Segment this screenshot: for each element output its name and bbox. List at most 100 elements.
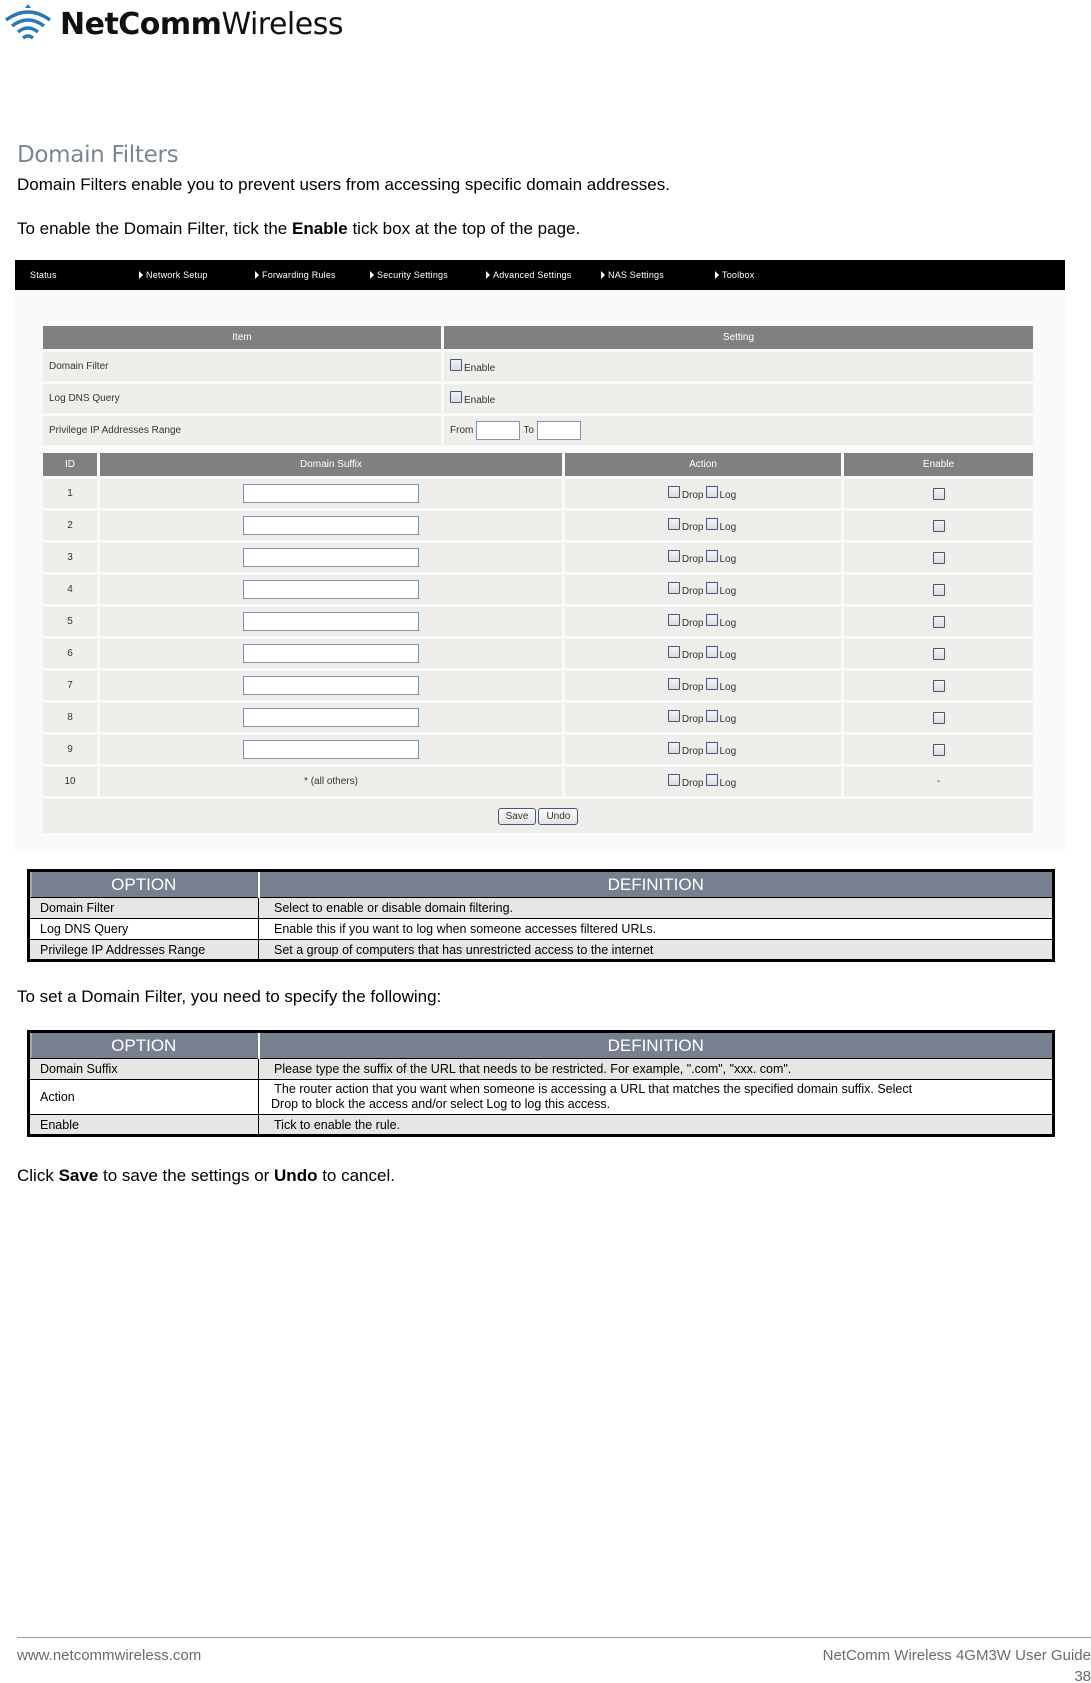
rule-id: 6 xyxy=(43,639,97,668)
drop-label: Drop xyxy=(681,681,704,693)
setting-label: Log DNS Query xyxy=(43,384,441,413)
rules-table: ID Domain Suffix Action Enable 1 Drop Log 2… xyxy=(40,450,1036,836)
rule-row-all-others: 10 * (all others) Drop Log - xyxy=(43,767,1033,796)
caret-right-icon xyxy=(715,271,719,279)
domain-filter-enable-checkbox[interactable] xyxy=(450,359,462,372)
log-label: Log xyxy=(719,745,737,757)
log-label: Log xyxy=(719,617,737,629)
drop-checkbox[interactable] xyxy=(667,486,680,499)
settings-table: Item Setting Domain Filter Enable Log DN… xyxy=(40,323,1036,448)
header-id: ID xyxy=(43,453,97,476)
setting-row-log-dns: Log DNS Query Enable xyxy=(43,384,1033,413)
nav-label: Network Setup xyxy=(146,270,208,280)
closing-save-bold: Save xyxy=(58,1166,99,1185)
definition-line: The router action that you want when som… xyxy=(271,1082,913,1096)
router-nav-bar: Status Network Setup Forwarding Rules Se… xyxy=(15,260,1065,290)
nav-forwarding-rules[interactable]: Forwarding Rules xyxy=(255,270,336,280)
rule-enable-checkbox[interactable] xyxy=(932,711,945,724)
nav-status[interactable]: Status xyxy=(30,270,57,280)
footer-guide-title: NetComm Wireless 4GM3W User Guide xyxy=(822,1647,1091,1664)
rule-enable-checkbox[interactable] xyxy=(932,519,945,532)
privilege-ip-to-input[interactable] xyxy=(536,421,581,440)
nav-label: Advanced Settings xyxy=(493,270,572,280)
rule-id: 9 xyxy=(43,735,97,764)
option-cell: Domain Filter xyxy=(27,897,259,919)
drop-checkbox[interactable] xyxy=(667,774,680,787)
enable-bold: Enable xyxy=(291,219,348,238)
nav-advanced-settings[interactable]: Advanced Settings xyxy=(486,270,571,280)
drop-label: Drop xyxy=(681,745,704,757)
log-checkbox[interactable] xyxy=(705,582,718,595)
rule-row: 8 Drop Log xyxy=(43,703,1033,732)
rule-row: 2 Drop Log xyxy=(43,511,1033,540)
domain-suffix-input[interactable] xyxy=(243,644,419,663)
nav-nas-settings[interactable]: NAS Settings xyxy=(601,270,664,280)
log-checkbox[interactable] xyxy=(705,550,718,563)
rule-row: 1 Drop Log xyxy=(43,479,1033,508)
log-checkbox[interactable] xyxy=(705,614,718,627)
rule-id: 8 xyxy=(43,703,97,732)
drop-checkbox[interactable] xyxy=(667,518,680,531)
save-button[interactable]: Save xyxy=(497,807,537,825)
rule-enable-checkbox[interactable] xyxy=(932,647,945,660)
rule-enable-checkbox[interactable] xyxy=(932,615,945,628)
header-definition: DEFINITION xyxy=(258,1030,1055,1059)
rule-enable-checkbox[interactable] xyxy=(932,583,945,596)
setting-row-privilege-ip: Privilege IP Addresses Range From To xyxy=(43,416,1033,445)
log-checkbox[interactable] xyxy=(705,742,718,755)
domain-suffix-input[interactable] xyxy=(243,708,419,727)
rule-enable-checkbox[interactable] xyxy=(932,743,945,756)
table-row: Domain Filter Select to enable or disabl… xyxy=(27,897,1055,919)
rule-id: 4 xyxy=(43,575,97,604)
log-checkbox[interactable] xyxy=(705,518,718,531)
enable-instruction: To enable the Domain Filter, tick the En… xyxy=(17,219,580,239)
intro-paragraph: Domain Filters enable you to prevent use… xyxy=(17,175,670,194)
rule-id: 7 xyxy=(43,671,97,700)
drop-checkbox[interactable] xyxy=(667,710,680,723)
log-checkbox[interactable] xyxy=(705,774,718,787)
header-enable: Enable xyxy=(844,453,1033,476)
drop-label: Drop xyxy=(681,553,704,565)
table-row: Domain Suffix Please type the suffix of … xyxy=(27,1058,1055,1080)
domain-suffix-input[interactable] xyxy=(243,676,419,695)
nav-network-setup[interactable]: Network Setup xyxy=(139,270,208,280)
drop-checkbox[interactable] xyxy=(667,742,680,755)
header-definition: DEFINITION xyxy=(258,869,1055,898)
caret-right-icon xyxy=(370,271,374,279)
domain-suffix-input[interactable] xyxy=(243,516,419,535)
log-checkbox[interactable] xyxy=(705,486,718,499)
drop-label: Drop xyxy=(681,617,704,629)
drop-checkbox[interactable] xyxy=(667,582,680,595)
domain-suffix-input[interactable] xyxy=(243,548,419,567)
nav-toolbox[interactable]: Toolbox xyxy=(715,270,754,280)
log-checkbox[interactable] xyxy=(705,678,718,691)
log-dns-enable-checkbox[interactable] xyxy=(450,391,462,404)
drop-checkbox[interactable] xyxy=(667,646,680,659)
setting-row-domain-filter: Domain Filter Enable xyxy=(43,352,1033,381)
privilege-ip-from-input[interactable] xyxy=(476,421,521,440)
log-label: Log xyxy=(719,553,737,565)
domain-suffix-input[interactable] xyxy=(243,612,419,631)
rule-row: 6 Drop Log xyxy=(43,639,1033,668)
nav-security-settings[interactable]: Security Settings xyxy=(370,270,448,280)
log-checkbox[interactable] xyxy=(705,710,718,723)
definition-cell: Tick to enable the rule. xyxy=(258,1114,1055,1137)
drop-checkbox[interactable] xyxy=(667,614,680,627)
setting-label: Domain Filter xyxy=(43,352,441,381)
rule-enable-checkbox[interactable] xyxy=(932,551,945,564)
domain-suffix-input[interactable] xyxy=(243,740,419,759)
log-label: Log xyxy=(719,681,737,693)
rule-enable-checkbox[interactable] xyxy=(932,679,945,692)
option-cell: Log DNS Query xyxy=(27,918,259,940)
rule-enable-checkbox[interactable] xyxy=(932,487,945,500)
caret-right-icon xyxy=(486,271,490,279)
from-label: From xyxy=(450,425,474,437)
drop-checkbox[interactable] xyxy=(667,550,680,563)
drop-label: Drop xyxy=(681,713,704,725)
domain-suffix-input[interactable] xyxy=(243,580,419,599)
table-row: Log DNS Query Enable this if you want to… xyxy=(27,918,1055,940)
undo-button[interactable]: Undo xyxy=(538,807,579,825)
drop-checkbox[interactable] xyxy=(667,678,680,691)
domain-suffix-input[interactable] xyxy=(243,484,419,503)
log-checkbox[interactable] xyxy=(705,646,718,659)
